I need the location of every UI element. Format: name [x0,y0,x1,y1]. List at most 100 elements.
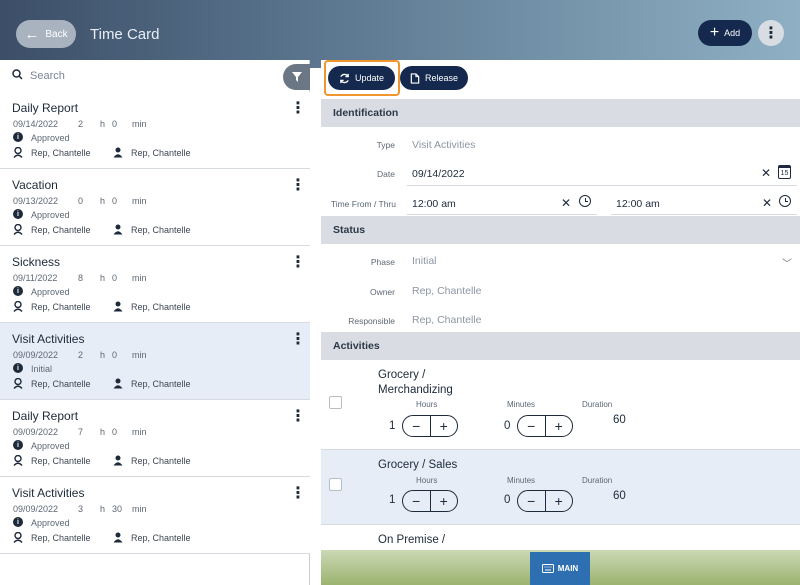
clear-time-thru-icon[interactable]: ✕ [762,196,772,210]
date-label: Date [377,169,395,179]
clear-time-from-icon[interactable]: ✕ [561,196,571,210]
list-item-date: 09/09/2022 [13,350,59,360]
plus-icon: + [709,24,720,41]
date-field[interactable]: 09/14/2022 [412,168,465,180]
time-from-field[interactable]: 12:00 am [412,198,456,210]
duration-value: 60 [613,414,626,426]
type-value: Visit Activities [412,139,476,151]
plus-icon[interactable]: + [546,491,573,511]
info-icon: i [13,286,23,296]
hours-stepper[interactable]: − + [402,415,458,437]
duration-value: 60 [613,490,626,502]
list-item-name: Visit Activities [12,332,85,346]
owner-icon [13,223,23,238]
filter-button[interactable] [283,64,310,90]
hours-value: 1 [389,494,396,506]
clock-icon[interactable] [779,195,791,207]
phase-select[interactable]: Initial [412,255,437,267]
add-button[interactable]: + Add [698,20,752,46]
plus-icon[interactable]: + [546,416,573,436]
person-icon [113,224,123,238]
divider [407,185,797,186]
info-icon: i [13,132,23,142]
minutes-unit: min [132,350,147,360]
list-item-minutes: 0 [112,427,118,437]
list-item-responsible: Rep, Chantelle [131,533,191,543]
activity-row: On Premise / [321,525,800,550]
minutes-unit: min [132,119,147,129]
release-button[interactable]: Release [400,66,468,90]
add-label: Add [724,28,741,38]
person-icon [113,532,123,546]
owner-value: Rep, Chantelle [412,285,482,297]
list-item[interactable]: Sickness 09/11/2022 8 h 0 min i Approved… [0,246,310,323]
minus-icon[interactable]: − [403,491,431,511]
activity-checkbox[interactable] [329,396,342,409]
more-options-button[interactable]: ⋮ [758,20,784,46]
kebab-icon[interactable]: ⋮ [290,406,306,426]
minus-icon[interactable]: − [518,491,546,511]
list-item-owner: Rep, Chantelle [31,148,91,158]
minutes-unit: min [132,427,147,437]
plus-icon[interactable]: + [431,416,458,436]
hours-label: Hours [416,400,438,409]
keyboard-icon [541,564,554,573]
minutes-stepper[interactable]: − + [517,415,573,437]
list-item-minutes: 0 [112,350,118,360]
back-button[interactable]: ← Back [16,20,76,48]
person-icon [113,147,123,161]
list-item[interactable]: Daily Report 09/14/2022 2 h 0 min i Appr… [0,92,310,169]
responsible-label: Responsible [348,316,395,326]
list-item[interactable]: Visit Activities 09/09/2022 2 h 0 min i … [0,323,310,400]
plus-icon[interactable]: + [431,491,458,511]
owner-icon [13,146,23,161]
activity-row: Grocery / Merchandizing Hours Minutes Du… [321,360,800,450]
time-thru-field[interactable]: 12:00 am [616,198,660,210]
list-item-date: 09/14/2022 [13,119,59,129]
kebab-icon[interactable]: ⋮ [290,252,306,272]
owner-icon [13,454,23,469]
clear-date-icon[interactable]: ✕ [761,166,771,180]
minutes-unit: min [132,273,147,283]
status-badge: Approved [31,441,70,451]
list-item-minutes: 0 [112,273,118,283]
list-item-hours: 7 [78,427,84,437]
chevron-down-icon[interactable]: ﹀ [782,255,792,270]
list-item[interactable]: Vacation 09/13/2022 0 h 0 min i Approved… [0,169,310,246]
minus-icon[interactable]: − [403,416,431,436]
list-item-responsible: Rep, Chantelle [131,302,191,312]
list-item-hours: 2 [78,350,84,360]
kebab-icon[interactable]: ⋮ [290,329,306,349]
kebab-icon[interactable]: ⋮ [290,98,306,118]
document-icon [410,72,420,84]
list-item-hours: 3 [78,504,84,514]
minutes-stepper[interactable]: − + [517,490,573,512]
activity-checkbox[interactable] [329,478,342,491]
minutes-value: 0 [504,420,511,432]
person-icon [113,455,123,469]
clock-icon[interactable] [579,195,591,207]
list-item-date: 09/09/2022 [13,427,59,437]
minutes-unit: min [132,504,147,514]
main-menu-button[interactable]: MAIN [530,552,590,585]
hours-stepper[interactable]: − + [402,490,458,512]
calendar-icon[interactable]: 15 [778,165,791,179]
list-item[interactable]: Visit Activities 09/09/2022 3 h 30 min i… [0,477,310,554]
app-header: ← Back Time Card + Add ⋮ [0,0,800,68]
search-icon [12,69,23,83]
list-item-responsible: Rep, Chantelle [131,225,191,235]
time-label: Time From / Thru [330,199,396,209]
list-item-date: 09/11/2022 [13,273,58,283]
list-item-minutes: 0 [112,119,118,129]
kebab-icon[interactable]: ⋮ [290,483,306,503]
update-button[interactable]: Update [328,66,395,90]
kebab-icon[interactable]: ⋮ [290,175,306,195]
list-item-responsible: Rep, Chantelle [131,379,191,389]
list-item-owner: Rep, Chantelle [31,456,91,466]
search-input[interactable]: Search [30,70,65,82]
minus-icon[interactable]: − [518,416,546,436]
list-item[interactable]: Daily Report 09/09/2022 7 h 0 min i Appr… [0,400,310,477]
divider [611,214,797,215]
list-item-responsible: Rep, Chantelle [131,456,191,466]
search-bar[interactable]: Search [0,60,310,92]
